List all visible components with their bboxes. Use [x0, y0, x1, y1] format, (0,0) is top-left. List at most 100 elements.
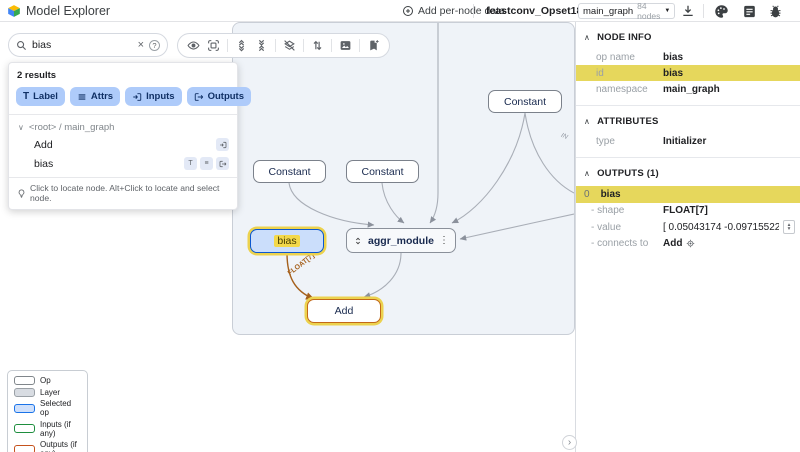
search-icon: [17, 40, 27, 50]
result-row-bias[interactable]: bias T ≡: [9, 154, 237, 173]
search-input[interactable]: [32, 39, 133, 51]
header-divider: [703, 4, 704, 18]
fit-screen-icon: [208, 40, 219, 51]
section-header-outputs[interactable]: ∧ OUTPUTS (1): [576, 158, 800, 185]
info-row-namespace: namespace main_graph: [596, 83, 720, 95]
graph-node-constant-mid[interactable]: Constant: [346, 160, 419, 183]
info-row-op-name: op name bias: [596, 51, 684, 63]
toolbar-divider: [275, 39, 276, 52]
swap-vert-icon: [313, 40, 322, 51]
graph-node-add-output[interactable]: Add: [307, 299, 381, 323]
app-title: Model Explorer: [26, 4, 111, 18]
filter-chip-inputs[interactable]: Inputs: [125, 87, 182, 106]
output-row-shape: - shape FLOAT[7]: [591, 205, 708, 216]
stepper-down-icon: ▾: [787, 226, 791, 232]
bug-report-button[interactable]: [768, 4, 783, 19]
legend-item-outputs: Outputs (if any): [14, 440, 81, 452]
unfold-layer-icon[interactable]: [353, 236, 363, 246]
download-graph-button[interactable]: [681, 4, 695, 18]
label-filter-icon: T: [23, 91, 30, 102]
theme-palette-button[interactable]: [714, 4, 729, 19]
attr-row-type: type Initializer: [596, 135, 707, 147]
output-item-header-highlighted: 0 bias: [576, 186, 800, 203]
graph-legend: Op Layer Selected op Inputs (if any) Out…: [7, 370, 88, 452]
match-badge-inputs: [216, 138, 229, 151]
swap-layout-button[interactable]: [311, 39, 324, 52]
collapse-section-icon: ∧: [584, 169, 591, 178]
eye-icon: [187, 41, 200, 50]
output-row-value: - value [ 0.05043174 -0.09715522 -0.0938…: [576, 218, 800, 236]
legend-item-op: Op: [14, 376, 81, 385]
inputs-filter-icon: [133, 92, 142, 101]
inputs-badge-icon: [219, 141, 226, 148]
toolbar-divider: [227, 39, 228, 52]
match-badge-outputs: [216, 157, 229, 170]
export-png-button[interactable]: [339, 39, 352, 52]
section-header-attributes[interactable]: ∧ ATTRIBUTES: [576, 106, 800, 133]
flatten-layers-button[interactable]: [283, 39, 296, 52]
expand-all-layers-button[interactable]: [235, 39, 248, 52]
article-icon: [744, 5, 755, 18]
legend-item-inputs: Inputs (if any): [14, 420, 81, 438]
toolbar-divider: [331, 39, 332, 52]
docs-button[interactable]: [742, 4, 757, 19]
search-help-icon[interactable]: ?: [149, 39, 160, 51]
unfold-more-double-icon: [238, 39, 245, 52]
dropdown-arrow-icon: ▼: [664, 8, 671, 14]
toolbar-divider: [303, 39, 304, 52]
download-icon: [683, 5, 693, 17]
zoom-to-fit-button[interactable]: [207, 39, 220, 52]
op-swatch: [14, 376, 35, 385]
tree-expander-icon: ∨: [18, 123, 24, 132]
bug-icon: [770, 5, 781, 18]
node-more-menu-icon[interactable]: ⋮: [439, 235, 449, 246]
node-info-panel: ∧ NODE INFO op name bias id bias namespa…: [575, 22, 800, 452]
filter-chip-label[interactable]: T Label: [16, 87, 65, 106]
app-header: Model Explorer Add per-node data feastco…: [0, 0, 800, 22]
visibility-toggle-button[interactable]: [187, 39, 200, 52]
match-badge-attrs: ≡: [200, 157, 213, 170]
layers-off-icon: [284, 40, 295, 51]
palette-icon: [715, 5, 728, 18]
header-divider: [473, 4, 474, 18]
toolbar-divider: [359, 39, 360, 52]
layer-swatch: [14, 387, 35, 397]
locate-node-icon[interactable]: [686, 239, 695, 248]
search-filter-chips: T Label Attrs Inputs Outputs: [9, 87, 252, 114]
lightbulb-icon: [18, 189, 25, 198]
match-badge-label: T: [184, 157, 197, 170]
clear-search-icon[interactable]: ×: [138, 39, 144, 51]
bookmark-add-icon: [370, 40, 379, 51]
attrs-filter-icon: [78, 93, 86, 100]
plus-circle-icon: [403, 6, 413, 16]
graph-node-bias-selected[interactable]: bias: [250, 229, 324, 253]
graph-canvas[interactable]: FLOAT[7] IN Constant Constant Constant b…: [232, 22, 575, 335]
selected-op-swatch: [14, 403, 35, 413]
filter-chip-attrs[interactable]: Attrs: [69, 87, 121, 106]
collapse-panel-button[interactable]: ›: [562, 435, 577, 450]
graph-selector-dropdown[interactable]: main_graph 84 nodes ▼: [578, 1, 675, 21]
graph-node-constant-top[interactable]: Constant: [488, 90, 562, 113]
legend-item-selected-op: Selected op: [14, 399, 81, 417]
tree-root-row[interactable]: ∨ <root> / main_graph: [9, 120, 237, 135]
filter-chip-outputs[interactable]: Outputs: [186, 87, 252, 106]
output-row-connects-to: - connects to Add: [576, 236, 800, 251]
outputs-swatch: [14, 444, 35, 452]
result-row-add[interactable]: Add: [9, 135, 237, 154]
collapse-section-icon: ∧: [584, 117, 591, 126]
collapse-section-icon: ∧: [584, 33, 591, 42]
node-search-box: × ?: [8, 33, 168, 57]
outputs-badge-icon: [219, 160, 226, 167]
outputs-filter-icon: [194, 92, 203, 101]
section-header-node-info[interactable]: ∧ NODE INFO: [576, 22, 800, 49]
graph-node-aggr-module-layer[interactable]: aggr_module ⋮: [346, 228, 456, 253]
collapse-all-layers-button[interactable]: [255, 39, 268, 52]
expand-values-button[interactable]: ▴ ▾: [783, 220, 795, 234]
graph-node-constant-left[interactable]: Constant: [253, 160, 326, 183]
results-tree: ∨ <root> / main_graph Add bias T ≡: [9, 115, 237, 177]
results-count: 2 results: [17, 70, 57, 81]
legend-item-layer: Layer: [14, 387, 81, 397]
chevron-right-icon: ›: [567, 437, 572, 448]
flag-button[interactable]: [367, 39, 380, 52]
info-row-id-highlighted: id bias: [576, 65, 800, 81]
